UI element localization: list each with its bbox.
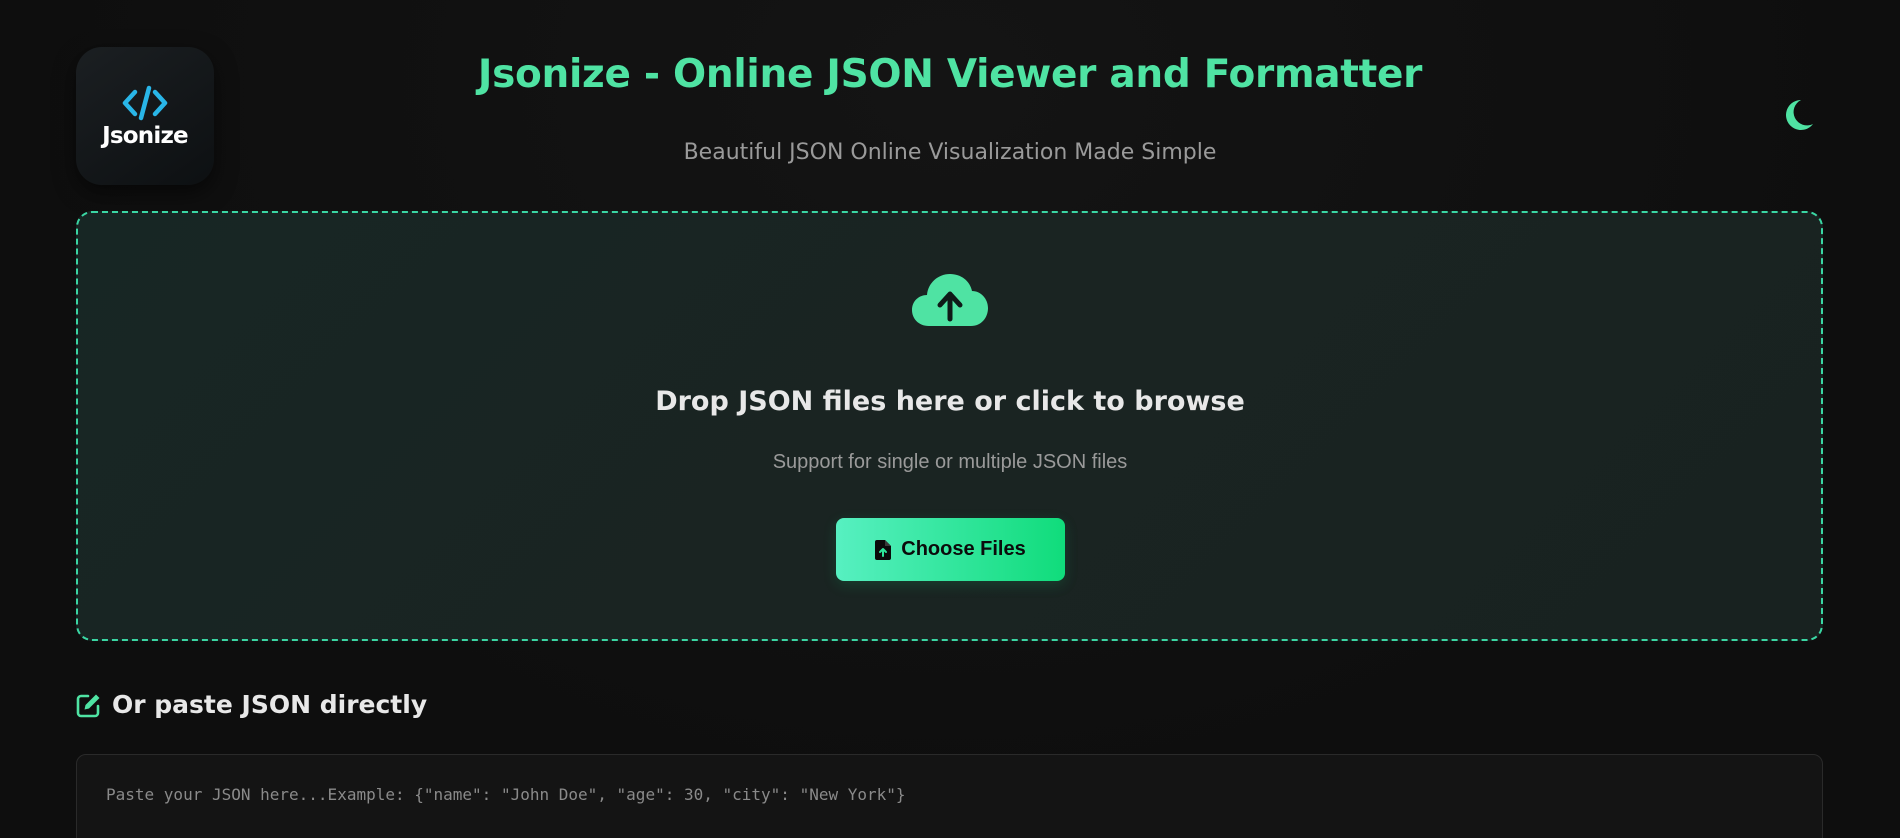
json-input[interactable]: [76, 754, 1823, 838]
paste-heading-label: Or paste JSON directly: [112, 690, 428, 719]
moon-icon: [1786, 100, 1813, 130]
page: Jsonize Jsonize - Online JSON Viewer and…: [0, 0, 1900, 838]
theme-toggle-button[interactable]: [1779, 96, 1817, 134]
edit-icon: [76, 694, 100, 717]
cloud-upload-icon: [912, 274, 988, 326]
dropzone-heading: Drop JSON files here or click to browse: [655, 386, 1245, 417]
page-title: Jsonize - Online JSON Viewer and Formatt…: [477, 52, 1423, 97]
file-upload-icon: [875, 539, 892, 560]
choose-files-label: Choose Files: [901, 538, 1026, 560]
paste-section-heading: Or paste JSON directly: [76, 690, 427, 719]
page-subtitle: Beautiful JSON Online Visualization Made…: [683, 140, 1217, 165]
dropzone-subtext: Support for single or multiple JSON file…: [772, 451, 1128, 473]
choose-files-button[interactable]: Choose Files: [836, 518, 1065, 581]
